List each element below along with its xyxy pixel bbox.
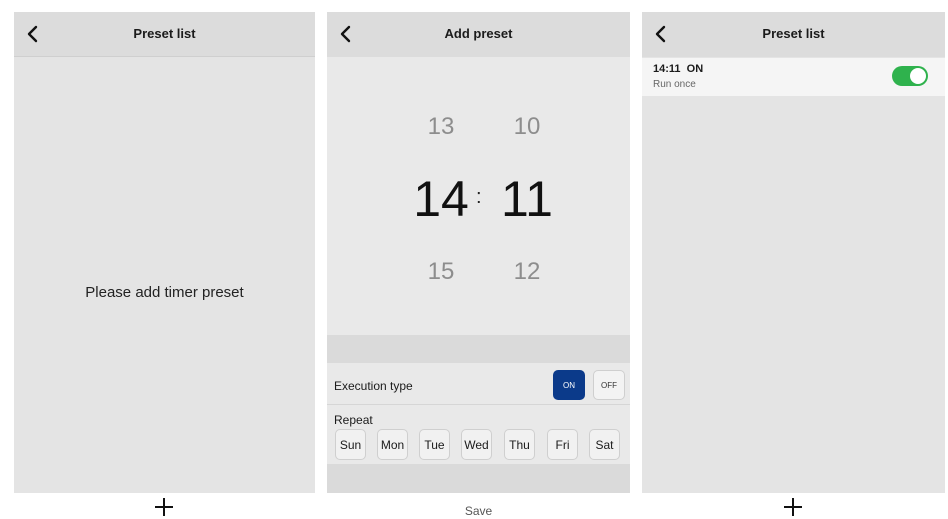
- preset-list-empty-screen: Preset list Please add timer preset: [14, 12, 315, 493]
- preset-repeat-info: Run once: [653, 79, 696, 90]
- header: Preset list: [642, 12, 945, 57]
- minute-selected[interactable]: 11: [487, 174, 567, 224]
- execution-type-row: Execution type ON OFF: [327, 365, 630, 405]
- page-title: Add preset: [444, 26, 513, 41]
- day-button-mon[interactable]: Mon: [377, 429, 408, 460]
- preset-enable-switch[interactable]: [892, 66, 928, 86]
- preset-list-screen: Preset list 14:11 ON Run once: [642, 12, 945, 493]
- add-preset-button[interactable]: [153, 496, 175, 518]
- switch-knob: [910, 68, 926, 84]
- hour-selected[interactable]: 14: [401, 174, 481, 224]
- day-button-sun[interactable]: Sun: [335, 429, 366, 460]
- empty-state-message: Please add timer preset: [85, 284, 244, 301]
- plus-icon: [784, 498, 802, 516]
- execution-on-button[interactable]: ON: [553, 370, 585, 400]
- header: Add preset: [327, 12, 630, 57]
- divider-band: [327, 335, 630, 363]
- day-button-sat[interactable]: Sat: [589, 429, 620, 460]
- preset-time: 14:11 ON: [653, 63, 703, 75]
- execution-type-label: Execution type: [334, 379, 413, 393]
- add-preset-button[interactable]: [782, 496, 804, 518]
- preset-time-value: 14:11: [653, 63, 681, 75]
- save-button[interactable]: Save: [327, 504, 630, 518]
- day-button-fri[interactable]: Fri: [547, 429, 578, 460]
- add-preset-screen: Add preset 13 14 15 : 10 11 12 Execution…: [327, 12, 630, 493]
- day-button-wed[interactable]: Wed: [461, 429, 492, 460]
- divider-band: [327, 464, 630, 493]
- day-button-tue[interactable]: Tue: [419, 429, 450, 460]
- page-title: Preset list: [133, 26, 196, 41]
- preset-list-item[interactable]: 14:11 ON Run once: [642, 58, 945, 96]
- minute-option-below[interactable]: 12: [487, 260, 567, 284]
- time-picker[interactable]: 13 14 15 : 10 11 12: [327, 57, 630, 335]
- header: Preset list: [14, 12, 315, 57]
- minute-option-above[interactable]: 10: [487, 115, 567, 139]
- plus-icon: [155, 498, 173, 516]
- page-title: Preset list: [762, 26, 825, 41]
- repeat-label: Repeat: [334, 413, 373, 427]
- execution-off-button[interactable]: OFF: [593, 370, 625, 400]
- preset-state: ON: [686, 63, 704, 75]
- hour-option-below[interactable]: 15: [401, 260, 481, 284]
- hour-option-above[interactable]: 13: [401, 115, 481, 139]
- day-button-thu[interactable]: Thu: [504, 429, 535, 460]
- time-separator: :: [476, 186, 482, 208]
